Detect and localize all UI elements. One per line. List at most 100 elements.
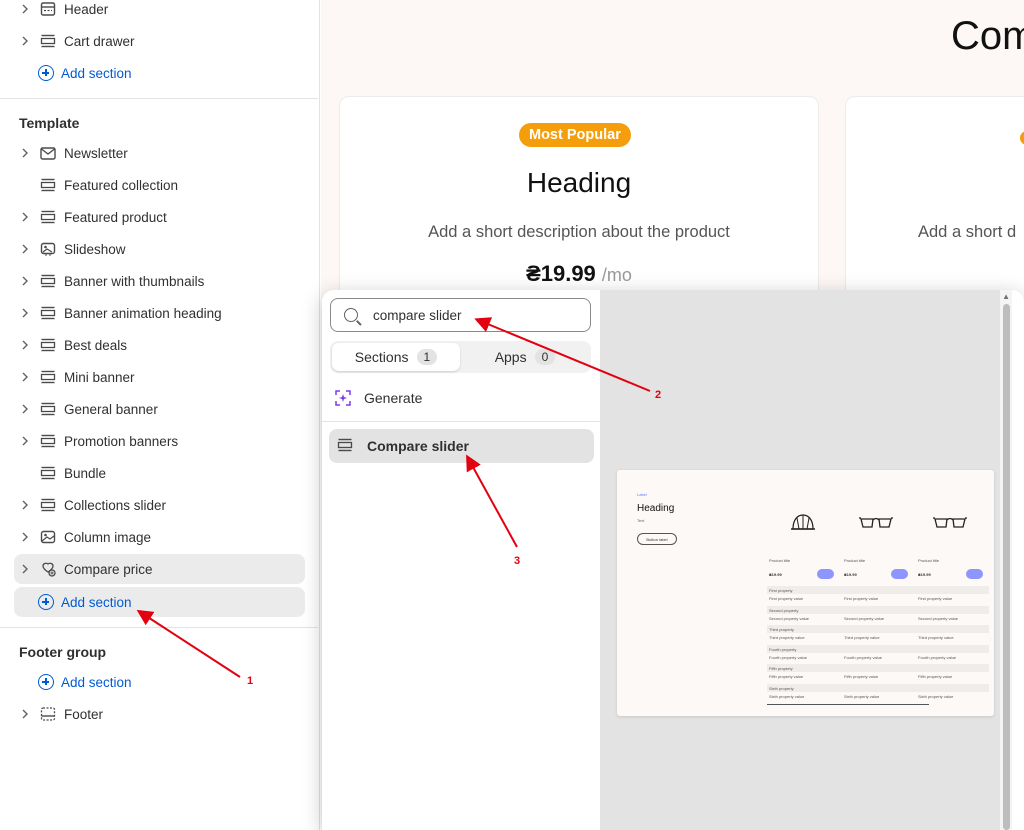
sidebar-item-promotion-banners[interactable]: Promotion banners bbox=[14, 426, 305, 456]
chevron-right-icon[interactable] bbox=[14, 436, 36, 446]
badge-edge bbox=[1020, 131, 1024, 145]
sidebar-item-compare-price[interactable]: Compare price bbox=[14, 554, 305, 584]
sidebar-item-label: Cart drawer bbox=[64, 33, 135, 49]
scrollbar[interactable]: ▲ bbox=[1000, 290, 1012, 830]
chevron-right-icon[interactable] bbox=[14, 4, 36, 14]
sidebar-item-label: General banner bbox=[64, 401, 158, 417]
generate-button[interactable]: Generate bbox=[334, 389, 422, 407]
sidebar-item-footer[interactable]: Footer bbox=[14, 699, 305, 729]
section-icon bbox=[36, 497, 60, 513]
sidebar-item-slideshow[interactable]: Slideshow bbox=[14, 234, 305, 264]
search-input[interactable]: compare slider bbox=[330, 298, 591, 332]
chevron-right-icon[interactable] bbox=[14, 36, 36, 46]
property-value: Sixth property value bbox=[844, 693, 880, 699]
tab-label: Apps bbox=[494, 349, 527, 365]
property-value: Fifth property value bbox=[844, 674, 879, 679]
add-section-header-button[interactable]: Add section bbox=[14, 58, 305, 88]
chevron-right-icon[interactable] bbox=[14, 148, 36, 158]
plus-circle-icon bbox=[38, 594, 54, 610]
sidebar-item-banner-with-thumbnails[interactable]: Banner with thumbnails bbox=[14, 266, 305, 296]
sidebar-item-featured-product[interactable]: Featured product bbox=[14, 202, 305, 232]
chevron-right-icon[interactable] bbox=[14, 564, 36, 574]
section-icon bbox=[36, 305, 60, 321]
section-icon bbox=[36, 369, 60, 385]
property-name-row: Third property bbox=[767, 625, 989, 633]
add-section-label: Add section bbox=[61, 594, 132, 610]
sidebar-item-label: Best deals bbox=[64, 337, 128, 353]
sidebar-item-label: Promotion banners bbox=[64, 433, 179, 449]
sidebar-item-label: Column image bbox=[64, 529, 152, 545]
sidebar-item-label: Header bbox=[64, 1, 109, 17]
thumb-text: Text bbox=[637, 518, 645, 523]
generate-label: Generate bbox=[364, 390, 423, 406]
chevron-right-icon[interactable] bbox=[14, 500, 36, 510]
property-name: Fourth property bbox=[769, 646, 797, 652]
sidebar-item-best-deals[interactable]: Best deals bbox=[14, 330, 305, 360]
divider bbox=[322, 421, 600, 422]
envelope-icon bbox=[36, 145, 60, 161]
chevron-right-icon[interactable] bbox=[14, 372, 36, 382]
product-title: Product title bbox=[844, 558, 866, 563]
section-preview-thumbnail: Label Heading Text Button label Product … bbox=[617, 470, 994, 716]
sidebar-item-collections-slider[interactable]: Collections slider bbox=[14, 490, 305, 520]
search-value: compare slider bbox=[373, 307, 462, 323]
scrollbar-thumb[interactable] bbox=[1003, 304, 1010, 830]
product-title: Product title bbox=[769, 558, 791, 563]
scroll-up-icon[interactable]: ▲ bbox=[1002, 292, 1010, 301]
property-name-row: Second property bbox=[767, 605, 989, 614]
cap-icon bbox=[791, 514, 815, 530]
sidebar-item-mini-banner[interactable]: Mini banner bbox=[14, 362, 305, 392]
section-icon bbox=[36, 273, 60, 289]
thumb-heading: Heading bbox=[637, 503, 675, 514]
price-value: ₴19.99 bbox=[526, 261, 596, 286]
tab-sections[interactable]: Sections 1 bbox=[332, 343, 460, 371]
sidebar-item-newsletter[interactable]: Newsletter bbox=[14, 138, 305, 168]
sidebar-item-cart-drawer[interactable]: Cart drawer bbox=[14, 26, 305, 56]
chevron-right-icon[interactable] bbox=[14, 340, 36, 350]
product-price: ₴19.99 bbox=[918, 572, 931, 577]
sparkle-icon bbox=[335, 390, 351, 406]
chevron-right-icon[interactable] bbox=[14, 308, 36, 318]
header-icon bbox=[36, 1, 60, 17]
property-value: First property value bbox=[918, 596, 953, 601]
sidebar-item-label: Mini banner bbox=[64, 369, 135, 385]
property-value: Third property value bbox=[844, 635, 880, 640]
thumb-label: Label bbox=[637, 492, 647, 497]
sidebar-item-bundle[interactable]: Bundle bbox=[14, 458, 305, 488]
section-icon bbox=[337, 438, 355, 455]
chevron-right-icon[interactable] bbox=[14, 212, 36, 222]
chevron-right-icon[interactable] bbox=[14, 404, 36, 414]
section-icon bbox=[36, 401, 60, 417]
card-heading: Heading bbox=[526, 167, 632, 198]
sidebar-item-featured-collection[interactable]: Featured collection bbox=[14, 170, 305, 200]
property-value: Fifth property value bbox=[769, 674, 804, 679]
section-picker-popup: compare slider Sections 1 Apps 0 Generat… bbox=[322, 290, 1024, 830]
sidebar-item-banner-animation-heading[interactable]: Banner animation heading bbox=[14, 298, 305, 328]
template-group-title: Template bbox=[19, 115, 80, 131]
result-compare-slider[interactable]: Compare slider bbox=[329, 429, 594, 463]
property-name: Fifth property bbox=[769, 666, 793, 671]
sidebar-item-label: Featured collection bbox=[64, 177, 179, 193]
property-value: Third property value bbox=[769, 635, 805, 640]
chevron-right-icon[interactable] bbox=[14, 709, 36, 719]
chevron-right-icon[interactable] bbox=[14, 276, 36, 286]
sidebar-item-header[interactable]: Header bbox=[14, 0, 305, 24]
section-icon bbox=[36, 33, 60, 49]
sidebar-item-column-image[interactable]: Column image bbox=[14, 522, 305, 552]
card-price: ₴19.99 /mo bbox=[340, 261, 818, 287]
property-value: Second property value bbox=[918, 615, 959, 621]
count-badge: 1 bbox=[416, 349, 438, 365]
app-block-icon bbox=[36, 561, 60, 577]
tab-apps[interactable]: Apps 0 bbox=[461, 343, 589, 371]
add-section-template-button[interactable]: Add section bbox=[14, 587, 305, 617]
picker-list-panel: compare slider Sections 1 Apps 0 Generat… bbox=[322, 290, 600, 830]
chevron-right-icon[interactable] bbox=[14, 244, 36, 254]
divider bbox=[0, 98, 318, 99]
add-section-footer-button[interactable]: Add section bbox=[14, 667, 305, 697]
tab-label: Sections bbox=[354, 349, 409, 365]
property-value: Second property value bbox=[844, 615, 885, 621]
card-description: Add a short d bbox=[918, 223, 1017, 241]
sidebar-item-general-banner[interactable]: General banner bbox=[14, 394, 305, 424]
chevron-right-icon[interactable] bbox=[14, 532, 36, 542]
property-value: Second property value bbox=[769, 615, 810, 621]
